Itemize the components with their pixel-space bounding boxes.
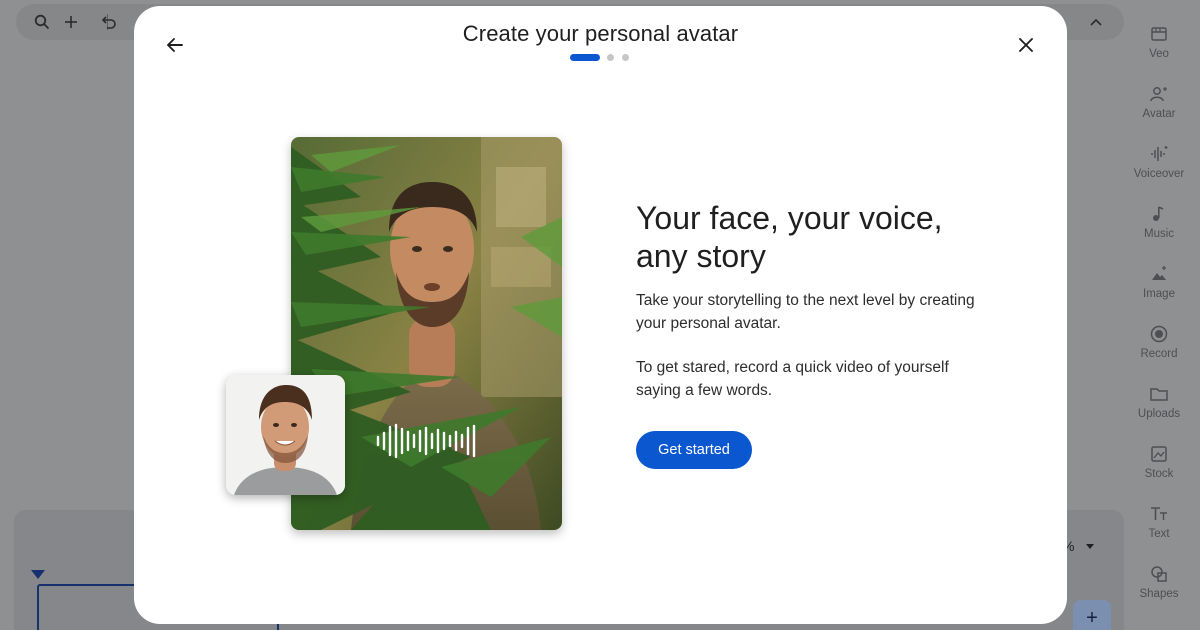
- chevron-up-icon[interactable]: [1084, 10, 1108, 34]
- rail-item-text[interactable]: Text: [1128, 504, 1190, 540]
- close-icon[interactable]: [1013, 32, 1039, 58]
- folder-icon: [1150, 388, 1168, 401]
- audio-waveform-icon: [376, 423, 476, 459]
- rail-label: Voiceover: [1133, 168, 1185, 180]
- playhead-marker[interactable]: [31, 570, 45, 579]
- dialog-description: Take your storytelling to the next level…: [636, 292, 975, 332]
- rail-label: Shapes: [1139, 588, 1179, 600]
- text-icon: [1151, 507, 1167, 520]
- image-icon: [1152, 266, 1166, 280]
- rail-item-image[interactable]: Image: [1128, 264, 1190, 300]
- rail-item-voiceover[interactable]: Voiceover: [1128, 144, 1190, 180]
- get-started-button[interactable]: Get started: [636, 431, 752, 469]
- voiceover-icon: [1151, 146, 1168, 161]
- shapes-icon: [1151, 566, 1167, 582]
- dialog-title: Create your personal avatar: [462, 21, 739, 46]
- create-avatar-dialog: Create your personal avatar Your face, y…: [134, 6, 1067, 624]
- search-icon[interactable]: [30, 10, 54, 34]
- avatar-icon: [1150, 87, 1167, 102]
- rail-label: Record: [1140, 348, 1178, 360]
- rail-label: Uploads: [1137, 408, 1181, 420]
- veo-icon: [1151, 27, 1167, 41]
- rail-label: Music: [1143, 228, 1175, 240]
- rail-label: Text: [1148, 528, 1170, 540]
- rail-item-music[interactable]: Music: [1128, 204, 1190, 240]
- stock-icon: [1151, 446, 1167, 462]
- rail-label: Avatar: [1142, 108, 1176, 120]
- rail-label: Stock: [1144, 468, 1174, 480]
- rail-item-veo[interactable]: Veo: [1128, 24, 1190, 60]
- selfie-portrait-image: [226, 375, 345, 495]
- plus-icon[interactable]: +: [1073, 600, 1111, 630]
- step-dot: [622, 54, 629, 61]
- step-dot-active: [570, 54, 600, 61]
- right-tool-rail: Veo Avatar Voiceover Music Image Record …: [1128, 0, 1200, 630]
- rail-item-stock[interactable]: Stock: [1128, 444, 1190, 480]
- undo-icon[interactable]: [97, 10, 121, 34]
- rail-label: Image: [1143, 288, 1175, 300]
- step-dot: [607, 54, 614, 61]
- music-icon: [1153, 206, 1164, 221]
- rail-item-uploads[interactable]: Uploads: [1128, 384, 1190, 420]
- plus-icon[interactable]: [59, 10, 83, 34]
- dialog-headline: Your face, your voice, any story: [636, 200, 943, 274]
- rail-item-record[interactable]: Record: [1128, 324, 1190, 360]
- rail-item-shapes[interactable]: Shapes: [1128, 564, 1190, 600]
- rail-item-avatar[interactable]: Avatar: [1128, 84, 1190, 120]
- record-icon: [1150, 325, 1168, 343]
- dialog-instructions: To get stared, record a quick video of y…: [636, 359, 949, 399]
- rail-label: Veo: [1149, 48, 1169, 60]
- caret-down-icon[interactable]: [1086, 544, 1094, 549]
